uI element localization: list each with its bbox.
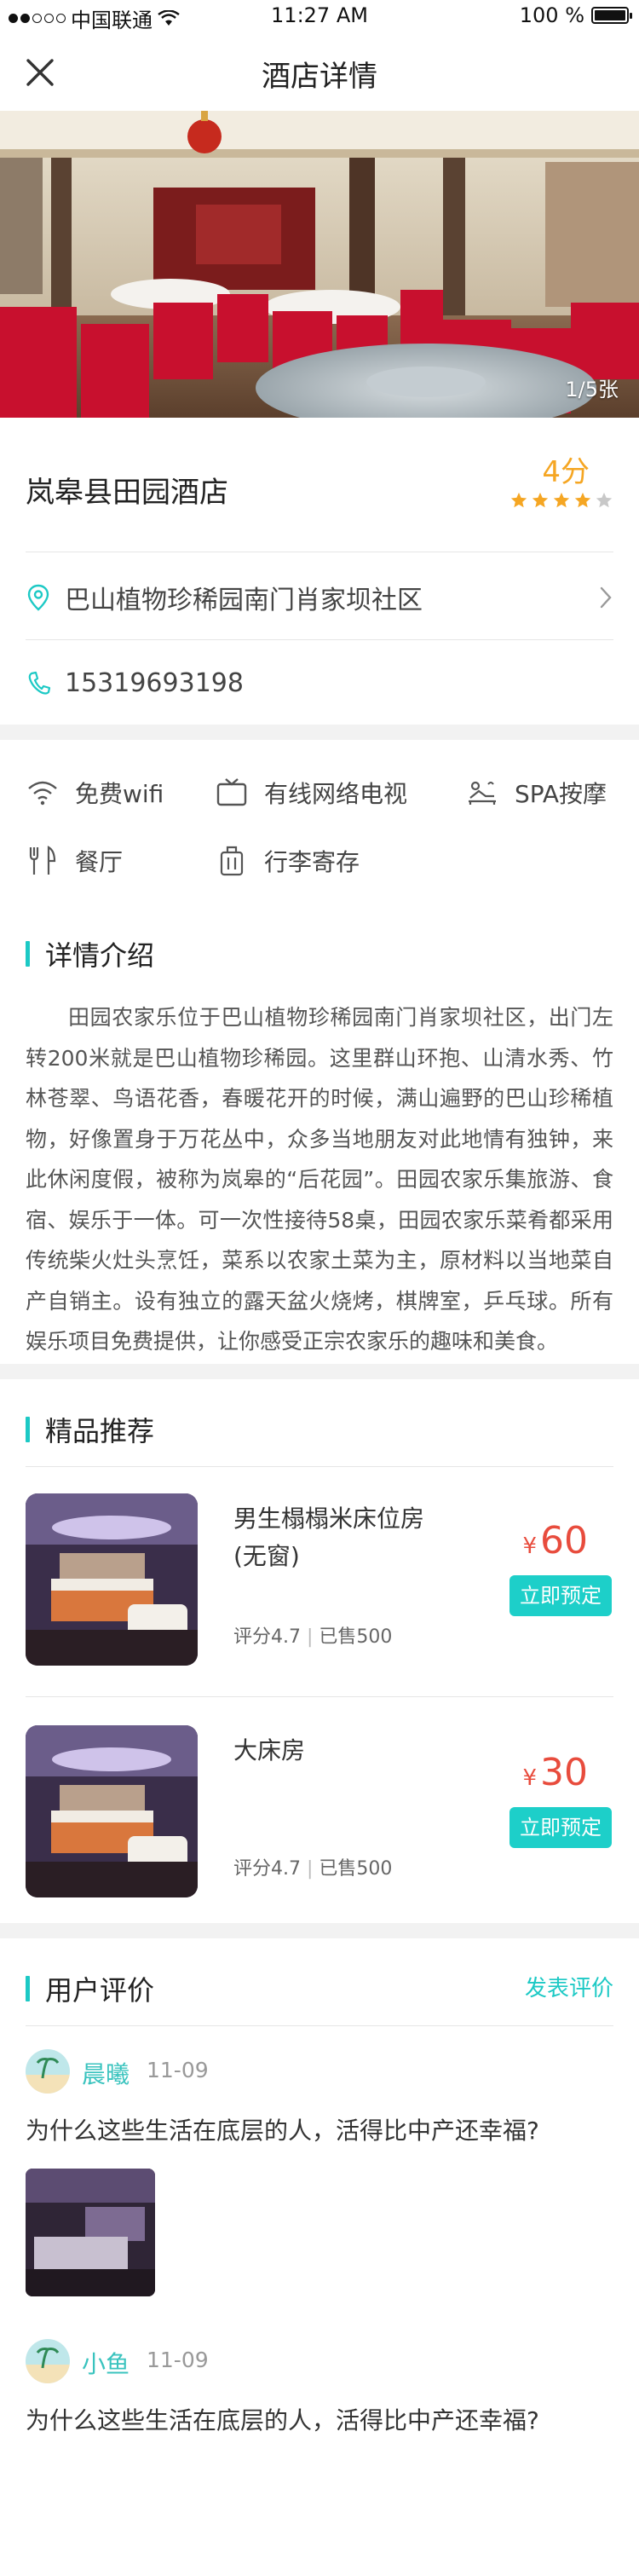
star-filled-icon [574,492,591,508]
hotel-photo-carousel[interactable]: 1/5张 [0,111,639,418]
section-gap [0,725,639,740]
amenity-label: SPA按摩 [515,780,607,808]
room-card[interactable]: 男生榻榻米床位房(无窗) 评分4.7 | 已售500 ¥60 立即预定 [26,1493,613,1669]
chevron-right-icon [600,586,612,609]
battery-label: 100 % [519,3,584,27]
book-button[interactable]: 立即预定 [509,1575,612,1616]
details-text: 田园农家乐位于巴山植物珍稀园南门肖家坝社区，出门左转200米就是巴山植物珍稀园。… [26,1005,613,1354]
room-meta: 评分4.7 | 已售500 [233,1858,393,1880]
room-photo [26,1493,198,1666]
star-filled-icon [532,492,549,508]
price-value: 60 [540,1519,588,1562]
divider [26,2025,613,2026]
nav-bar: 酒店详情 [0,34,639,111]
room-price: ¥30 [522,1751,588,1794]
amenity-tv: 有线网络电视 [215,776,407,810]
room-rating: 评分4.7 [233,1626,301,1648]
currency-symbol: ¥ [522,1533,537,1559]
photo-counter: 1/5张 [565,378,619,401]
currency-symbol: ¥ [522,1765,537,1791]
amenity-label: 餐厅 [75,848,124,876]
section-title-details: 详情介绍 [26,934,154,973]
room-card[interactable]: 大床房 评分4.7 | 已售500 ¥30 立即预定 [26,1725,613,1901]
room-price: ¥60 [522,1519,588,1562]
room-rating: 评分4.7 [233,1858,301,1880]
amenity-luggage: 行李寄存 [215,844,360,878]
write-review-link[interactable]: 发表评价 [525,1971,613,2002]
address-text: 巴山植物珍稀园南门肖家坝社区 [65,586,423,615]
room-sold: 已售500 [319,1626,393,1648]
review-username: 小鱼 [82,2350,130,2378]
wifi-icon [28,781,57,806]
amenity-label: 行李寄存 [264,848,360,876]
star-filled-icon [510,492,527,508]
battery-info: 100 % [519,3,632,27]
location-pin-icon [27,584,49,611]
amenity-spa: SPA按摩 [465,776,607,810]
hotel-name: 岚皋县田园酒店 [26,476,228,510]
hotel-header: 岚皋县田园酒店 4分 [0,418,639,552]
section-gap [0,1923,639,1938]
amenity-label: 免费wifi [75,780,164,808]
avatar [26,2339,70,2383]
restaurant-icon [29,846,56,875]
amenity-label: 有线网络电视 [264,780,408,808]
star-filled-icon [553,492,570,508]
review-text: 为什么这些生活在底层的人，活得比中产还幸福? [26,2406,539,2434]
room-name: 大床房 [233,1736,306,1765]
star-rating [509,491,613,510]
section-title-reviews: 用户评价 [26,1969,154,2008]
section-title-text: 用户评价 [45,1974,155,2007]
review-item: 晨曦 11-09 为什么这些生活在底层的人，活得比中产还幸福? [26,2049,613,2305]
status-bar: 中国联通 11:27 AM 100 % [0,0,639,34]
room-name: 男生榻榻米床位房(无窗) [233,1505,425,1570]
phone-icon [28,671,51,695]
accent-bar [26,1976,30,2001]
review-item: 小鱼 11-09 为什么这些生活在底层的人，活得比中产还幸福? [26,2339,613,2441]
address-row[interactable]: 巴山植物珍稀园南门肖家坝社区 [26,556,613,639]
hotel-score: 4分 [542,455,590,489]
section-title-text: 详情介绍 [45,939,155,972]
room-meta: 评分4.7 | 已售500 [233,1626,393,1648]
divider [26,1696,613,1697]
review-date: 11-09 [147,2058,209,2082]
review-photo[interactable] [26,2169,155,2296]
tv-icon [216,778,247,806]
phone-number: 15319693198 [65,667,244,698]
star-empty-icon [596,492,613,508]
hotel-photo [0,111,639,418]
section-title-recommend: 精品推荐 [26,1410,154,1449]
divider [26,1466,613,1467]
battery-icon [591,7,632,24]
section-title-text: 精品推荐 [45,1415,155,1447]
accent-bar [26,941,30,967]
divider [26,639,613,640]
section-gap [0,1364,639,1379]
phone-row[interactable]: 15319693198 [26,641,613,725]
amenity-wifi: 免费wifi [26,776,164,810]
review-text: 为什么这些生活在底层的人，活得比中产还幸福? [26,2117,539,2145]
room-photo [26,1725,198,1897]
avatar [26,2049,70,2094]
review-date: 11-09 [147,2348,209,2372]
amenity-restaurant: 餐厅 [26,844,123,878]
luggage-icon [220,846,244,876]
accent-bar [26,1417,30,1442]
room-sold: 已售500 [319,1858,393,1880]
page-title: 酒店详情 [262,60,377,94]
price-value: 30 [540,1751,588,1794]
book-button[interactable]: 立即预定 [509,1807,612,1848]
review-username: 晨曦 [82,2060,130,2088]
spa-icon [469,781,496,805]
